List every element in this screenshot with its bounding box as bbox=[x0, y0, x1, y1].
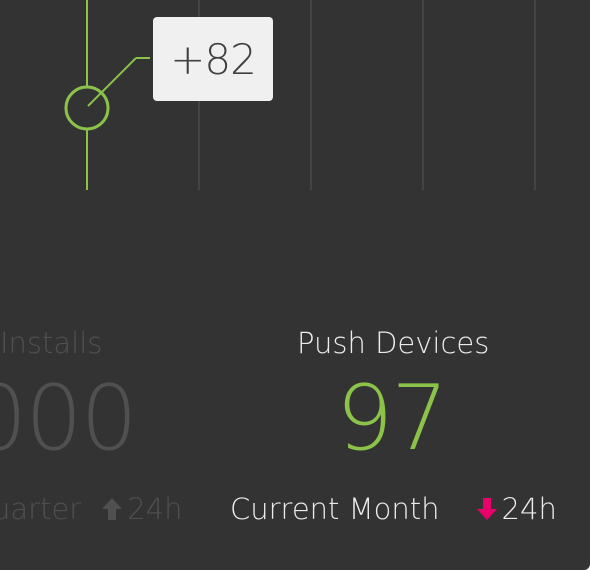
push-devices-value: 97 bbox=[336, 366, 449, 471]
push-devices-trend-label: 24h bbox=[501, 492, 557, 526]
tooltip-connector bbox=[87, 57, 137, 107]
installs-footer: uarter 24h bbox=[0, 492, 183, 526]
installs-trend-label: 24h bbox=[127, 492, 183, 526]
tooltip-value: +82 bbox=[170, 34, 257, 84]
arrow-down-icon bbox=[476, 496, 498, 522]
installs-title: Installs bbox=[0, 326, 103, 360]
push-devices-footer: Current Month 24h bbox=[230, 492, 557, 526]
installs-value: 000 bbox=[0, 366, 138, 471]
chart-tooltip: +82 bbox=[153, 17, 273, 101]
push-devices-title: Push Devices bbox=[297, 326, 490, 360]
dashboard-panel: +82 Installs 000 uarter 24h Push Devices… bbox=[0, 0, 590, 570]
chart-area bbox=[64, 0, 536, 190]
arrow-up-icon bbox=[101, 496, 123, 522]
installs-period: uarter bbox=[0, 492, 82, 526]
push-devices-period: Current Month bbox=[230, 492, 440, 526]
